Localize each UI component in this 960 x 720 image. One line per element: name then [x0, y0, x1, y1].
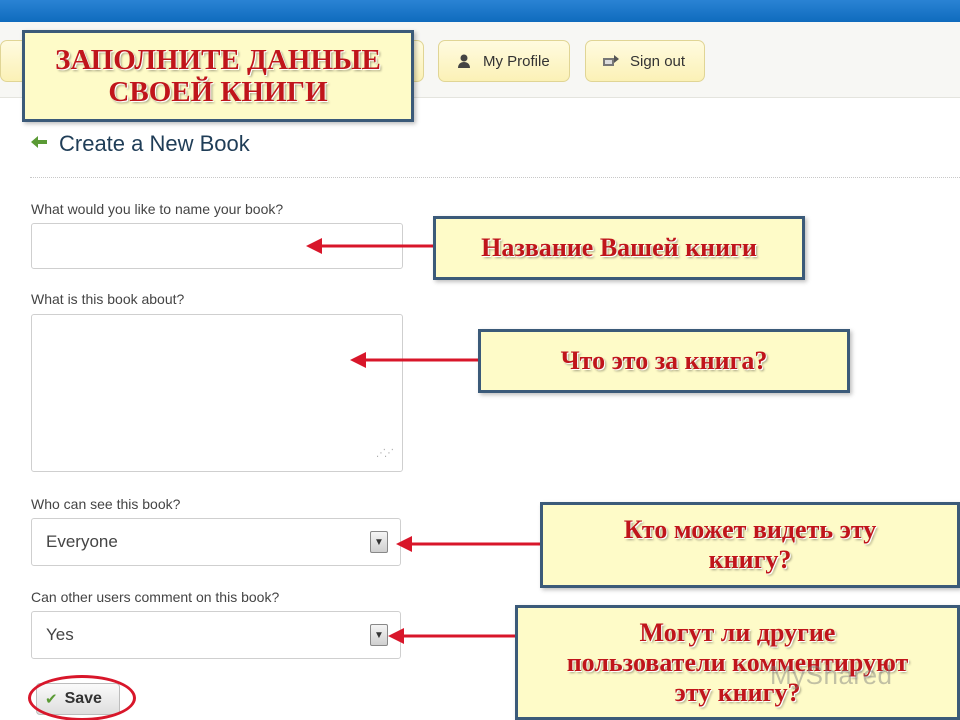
user-icon — [453, 52, 475, 70]
callout-visibility-line2: книгу? — [708, 545, 792, 574]
back-arrow-icon[interactable] — [30, 134, 48, 155]
instruction-title-line1: ЗАПОЛНИТЕ ДАННЫЕ — [55, 44, 381, 76]
book-about-label: What is this book about? — [31, 291, 185, 307]
instruction-title-line2: СВОЕЙ КНИГИ — [108, 76, 328, 108]
comments-select[interactable]: Yes ▼ — [31, 611, 401, 659]
watermark: MyShared — [770, 660, 893, 690]
callout-comments: Могут ли другие пользователи комментирую… — [515, 605, 960, 720]
title-divider — [30, 177, 960, 178]
book-name-input[interactable] — [31, 223, 403, 269]
callout-book-about: Что это за книга? — [478, 329, 850, 393]
resize-grip-icon[interactable]: ⋰⋰ — [376, 448, 394, 459]
chevron-down-icon[interactable]: ▼ — [370, 531, 388, 553]
callout-book-about-text: Что это за книга? — [560, 346, 768, 375]
instruction-title-box: ЗАПОЛНИТЕ ДАННЫЕ СВОЕЙ КНИГИ — [22, 30, 414, 122]
callout-visibility: Кто может видеть эту книгу? — [540, 502, 960, 588]
callout-book-name: Название Вашей книги — [433, 216, 805, 280]
page-title: Create a New Book — [59, 131, 250, 156]
chevron-down-icon[interactable]: ▼ — [370, 624, 388, 646]
comments-label: Can other users comment on this book? — [31, 589, 280, 605]
visibility-selected-value: Everyone — [46, 532, 118, 551]
sign-out-icon — [600, 52, 622, 70]
sign-out-button[interactable]: Sign out — [585, 40, 705, 82]
my-profile-label: My Profile — [483, 52, 550, 70]
top-header-bar — [0, 0, 960, 22]
visibility-select[interactable]: Everyone ▼ — [31, 518, 401, 566]
callout-book-name-text: Название Вашей книги — [481, 233, 757, 262]
book-name-label: What would you like to name your book? — [31, 201, 284, 217]
callout-comments-line1: Могут ли другие — [639, 617, 836, 647]
callout-visibility-line1: Кто может видеть эту — [623, 515, 877, 544]
save-highlight-ring — [28, 675, 136, 720]
comments-selected-value: Yes — [46, 625, 74, 644]
visibility-label: Who can see this book? — [31, 496, 181, 512]
book-about-textarea[interactable]: ⋰⋰ — [31, 314, 403, 472]
my-profile-button[interactable]: My Profile — [438, 40, 570, 82]
sign-out-label: Sign out — [630, 52, 686, 70]
